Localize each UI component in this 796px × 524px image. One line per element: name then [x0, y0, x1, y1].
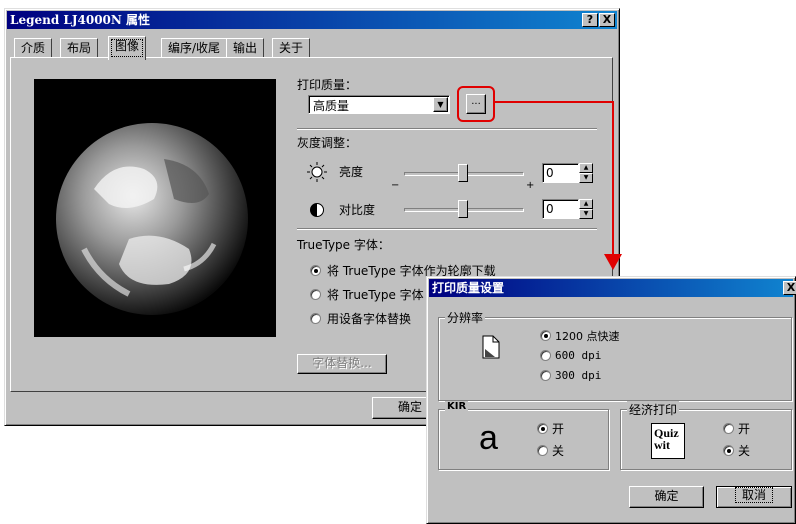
radio-economy-off[interactable]: [723, 445, 734, 456]
res-option-1200[interactable]: 1200 点快速: [555, 328, 620, 344]
radio-res-300[interactable]: [540, 370, 551, 381]
dialog-close-button[interactable]: X: [783, 281, 796, 295]
slider-minus-label: −: [391, 180, 400, 191]
document-icon: [482, 335, 500, 359]
chevron-down-icon[interactable]: ▼: [433, 97, 448, 112]
dialog-cancel-label: 取消: [734, 487, 774, 503]
kir-sample-glyph: a: [479, 419, 498, 457]
brightness-slider[interactable]: [458, 164, 468, 182]
truetype-option-bitmap[interactable]: 将 TrueType 字体: [327, 286, 424, 303]
contrast-spinner[interactable]: ▲ ▼: [579, 199, 593, 219]
radio-res-1200[interactable]: [540, 330, 551, 341]
kir-group-title: KIR: [445, 401, 469, 412]
kir-group: [438, 409, 609, 470]
connector-line-v: [612, 101, 614, 261]
radio-download-outline[interactable]: [310, 265, 321, 276]
dialog-title: 打印质量设置: [432, 281, 505, 295]
economy-option-off[interactable]: 关: [738, 442, 750, 459]
contrast-slider[interactable]: [458, 200, 468, 218]
quality-settings-button[interactable]: ...: [466, 94, 486, 114]
radio-res-600[interactable]: [540, 350, 551, 361]
tab-about[interactable]: 关于: [272, 38, 311, 58]
slider-plus-label: +: [526, 180, 535, 191]
truetype-label: TrueType 字体：: [297, 238, 390, 252]
radio-substitute-device[interactable]: [310, 313, 321, 324]
brightness-input[interactable]: 0: [542, 163, 579, 183]
dialog-cancel-button[interactable]: 取消: [716, 486, 792, 508]
help-button[interactable]: ?: [582, 13, 598, 27]
dialog-ok-button[interactable]: 确定: [629, 486, 704, 508]
separator: [297, 128, 597, 130]
economy-sample-text: Quiz wit: [654, 426, 679, 452]
separator: [297, 228, 597, 230]
window-title: Legend LJ4000N 属性: [10, 13, 151, 27]
print-quality-select[interactable]: 高质量 ▼: [308, 95, 450, 114]
tab-image[interactable]: 图像: [108, 36, 147, 60]
earth-icon: [56, 123, 248, 315]
radio-kir-off[interactable]: [537, 445, 548, 456]
radio-download-bitmap[interactable]: [310, 289, 321, 300]
economy-page-icon: Quiz wit: [651, 423, 685, 459]
tab-media[interactable]: 介质: [14, 38, 53, 58]
close-button[interactable]: X: [599, 13, 615, 27]
brightness-spinner[interactable]: ▲ ▼: [579, 163, 593, 183]
print-quality-dialog: 打印质量设置 X 分辨率 1200 点快速 600 dpi 300 dpi KI…: [426, 276, 796, 524]
res-option-600[interactable]: 600 dpi: [555, 349, 601, 362]
dialog-titlebar[interactable]: 打印质量设置 X: [429, 279, 796, 297]
resolution-group-title: 分辨率: [445, 309, 486, 326]
sun-icon: [307, 162, 327, 182]
tab-collate[interactable]: 编序/收尾: [161, 38, 228, 58]
economy-group-title: 经济打印: [627, 401, 680, 418]
tab-layout[interactable]: 布局: [60, 38, 99, 58]
contrast-input[interactable]: 0: [542, 199, 579, 219]
kir-option-off[interactable]: 关: [552, 442, 564, 459]
arrow-down-icon: [604, 254, 622, 270]
economy-option-on[interactable]: 开: [738, 420, 750, 437]
contrast-icon: [309, 202, 325, 218]
brightness-label: 亮度: [339, 165, 364, 179]
print-quality-value: 高质量: [313, 99, 350, 113]
contrast-value: 0: [546, 202, 554, 216]
grayscale-label: 灰度调整：: [297, 136, 358, 150]
earth-preview-image: [34, 79, 276, 337]
economy-group: [620, 409, 792, 470]
radio-kir-on[interactable]: [537, 423, 548, 434]
connector-line-h: [494, 101, 614, 103]
truetype-option-device[interactable]: 用设备字体替换: [327, 310, 411, 327]
print-quality-label: 打印质量：: [297, 78, 358, 92]
radio-economy-on[interactable]: [723, 423, 734, 434]
font-substitution-button[interactable]: 字体替换...: [297, 354, 387, 374]
tab-output[interactable]: 输出: [226, 38, 265, 58]
res-option-300[interactable]: 300 dpi: [555, 369, 601, 382]
window-titlebar[interactable]: Legend LJ4000N 属性 ? X: [7, 11, 617, 29]
kir-option-on[interactable]: 开: [552, 420, 564, 437]
contrast-label: 对比度: [339, 203, 376, 217]
brightness-value: 0: [546, 166, 554, 180]
